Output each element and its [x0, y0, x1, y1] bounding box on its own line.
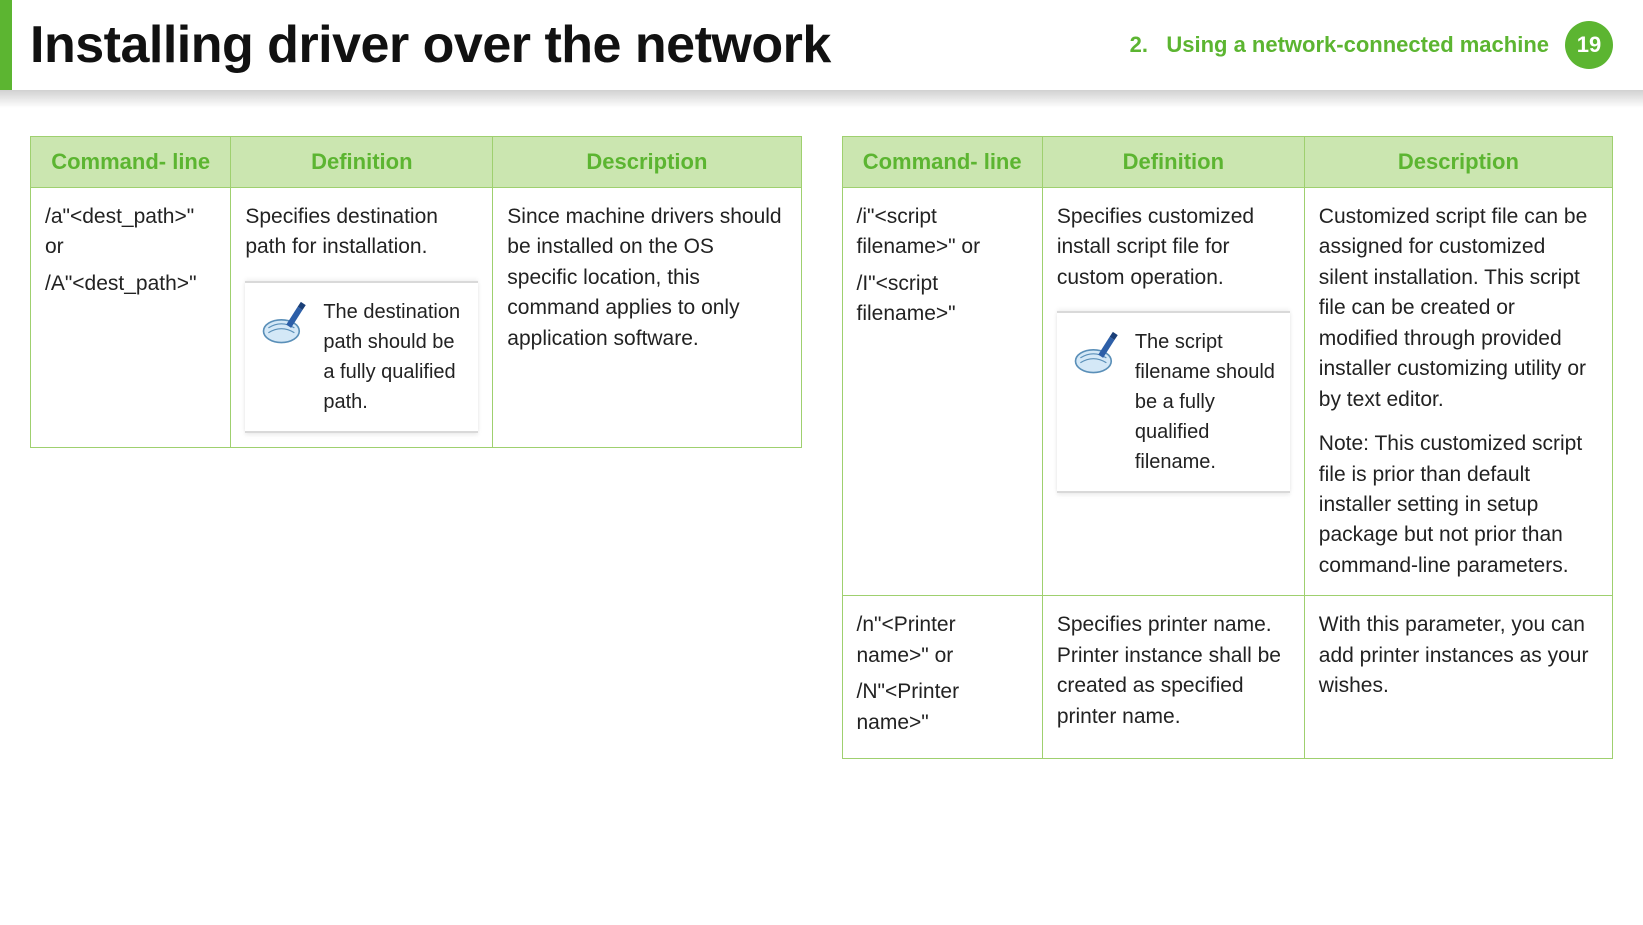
note-text: The destination path should be a fully q…	[323, 297, 466, 417]
table-row: /n"<Printer name>" or /N"<Printer name>"…	[842, 596, 1613, 759]
description-text: Since machine drivers should be installe…	[507, 202, 786, 354]
section-text: Using a network-connected machine	[1166, 32, 1549, 57]
header-definition: Definition	[1042, 137, 1304, 188]
header-shadow	[0, 90, 1643, 108]
cell-description: Since machine drivers should be installe…	[493, 188, 801, 448]
description-text: Customized script file can be assigned f…	[1319, 202, 1598, 415]
table-row: /a"<dest_path>" or /A"<dest_path>" Speci…	[31, 188, 802, 448]
cell-command: /a"<dest_path>" or /A"<dest_path>"	[31, 188, 231, 448]
cmd-variant-a: /i"<script filename>" or	[857, 202, 1028, 263]
header-right: 2. Using a network-connected machine 19	[1130, 21, 1613, 69]
section-label: 2. Using a network-connected machine	[1130, 32, 1549, 58]
cmd-variant-b: /N"<Printer name>"	[857, 677, 1028, 738]
page-header: Installing driver over the network 2. Us…	[0, 0, 1643, 90]
header-command-line: Command- line	[31, 137, 231, 188]
content-area: Command- line Definition Description /a"…	[0, 136, 1643, 759]
section-number: 2.	[1130, 32, 1148, 57]
page-title: Installing driver over the network	[12, 15, 831, 75]
table-header-row: Command- line Definition Description	[31, 137, 802, 188]
cell-definition: Specifies printer name. Printer instance…	[1042, 596, 1304, 759]
cell-command: /i"<script filename>" or /I"<script file…	[842, 188, 1042, 596]
note-box: The destination path should be a fully q…	[245, 281, 478, 433]
definition-text: Specifies destination path for installat…	[245, 202, 478, 263]
right-table: Command- line Definition Description /i"…	[842, 136, 1614, 759]
description-text: With this parameter, you can add printer…	[1319, 610, 1598, 701]
header-command-line: Command- line	[842, 137, 1042, 188]
note-icon	[1069, 327, 1121, 379]
table-row: /i"<script filename>" or /I"<script file…	[842, 188, 1613, 596]
header-description: Description	[1304, 137, 1612, 188]
cell-definition: Specifies destination path for installat…	[231, 188, 493, 448]
cmd-variant-a: /a"<dest_path>" or	[45, 202, 216, 263]
left-table: Command- line Definition Description /a"…	[30, 136, 802, 448]
note-text: The script filename should be a fully qu…	[1135, 327, 1278, 477]
cell-description: Customized script file can be assigned f…	[1304, 188, 1612, 596]
definition-text: Specifies customized install script file…	[1057, 202, 1290, 293]
header-description: Description	[493, 137, 801, 188]
note-icon	[257, 297, 309, 349]
definition-text: Specifies printer name. Printer instance…	[1057, 610, 1290, 732]
table-header-row: Command- line Definition Description	[842, 137, 1613, 188]
cell-definition: Specifies customized install script file…	[1042, 188, 1304, 596]
cmd-variant-b: /A"<dest_path>"	[45, 269, 216, 299]
page-number-badge: 19	[1565, 21, 1613, 69]
header-definition: Definition	[231, 137, 493, 188]
right-column: Command- line Definition Description /i"…	[842, 136, 1614, 759]
cmd-variant-a: /n"<Printer name>" or	[857, 610, 1028, 671]
cmd-variant-b: /I"<script filename>"	[857, 269, 1028, 330]
cell-description: With this parameter, you can add printer…	[1304, 596, 1612, 759]
left-column: Command- line Definition Description /a"…	[30, 136, 802, 759]
description-note: Note: This customized script file is pri…	[1319, 429, 1598, 581]
cell-command: /n"<Printer name>" or /N"<Printer name>"	[842, 596, 1042, 759]
note-box: The script filename should be a fully qu…	[1057, 311, 1290, 493]
